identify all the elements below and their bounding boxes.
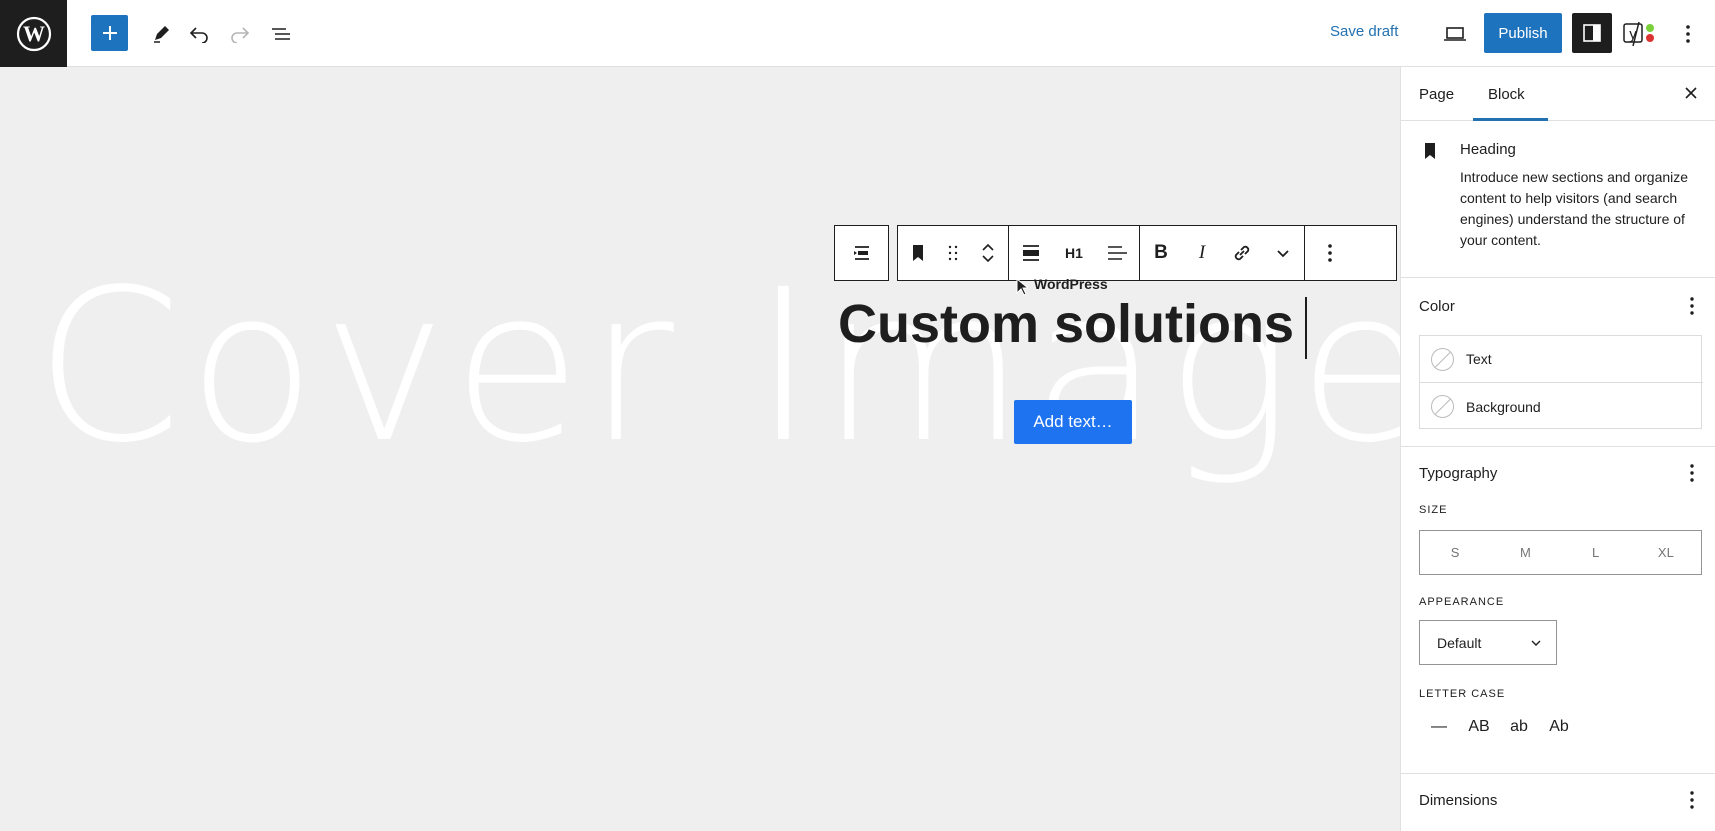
color-background-option[interactable]: Background xyxy=(1420,383,1703,430)
redo-icon xyxy=(231,27,250,43)
letter-case-options: — AB ab Ab xyxy=(1419,712,1579,742)
select-parent-toolbar xyxy=(834,225,889,281)
more-vertical-icon xyxy=(1328,244,1332,262)
block-toolbar-group-3: B I xyxy=(1140,226,1304,280)
bookmark-icon xyxy=(913,245,923,261)
letter-case-capitalize[interactable]: Ab xyxy=(1539,712,1579,742)
select-parent-button[interactable] xyxy=(835,226,888,280)
more-formatting-button[interactable] xyxy=(1262,226,1304,280)
publish-button[interactable]: Publish xyxy=(1484,13,1562,53)
list-view-button[interactable] xyxy=(266,19,296,49)
size-option-m[interactable]: M xyxy=(1490,531,1560,574)
color-text-label: Text xyxy=(1466,351,1492,367)
more-vertical-icon[interactable] xyxy=(1687,790,1697,810)
more-vertical-icon[interactable] xyxy=(1687,296,1697,316)
panel-divider xyxy=(1401,446,1715,447)
more-vertical-icon xyxy=(1686,25,1690,43)
link-icon xyxy=(1234,245,1250,261)
appearance-value: Default xyxy=(1437,634,1482,651)
block-type-button[interactable] xyxy=(898,226,938,280)
settings-sidebar: Page Block Heading Introduce new section… xyxy=(1400,67,1715,831)
panel-divider xyxy=(1401,773,1715,774)
empty-swatch-icon xyxy=(1431,395,1454,418)
appearance-label: APPEARANCE xyxy=(1419,596,1505,608)
align-left-icon xyxy=(1108,246,1127,260)
heading-level-button[interactable]: H1 xyxy=(1053,226,1095,280)
block-card-title: Heading xyxy=(1460,141,1516,158)
size-option-s[interactable]: S xyxy=(1420,531,1490,574)
chevron-down-icon xyxy=(1531,640,1541,646)
block-toolbar-group-1 xyxy=(898,226,1008,280)
sidebar-icon xyxy=(1583,24,1601,42)
size-option-xl[interactable]: XL xyxy=(1631,531,1701,574)
cover-block-icon xyxy=(853,246,869,260)
save-draft-button[interactable]: Save draft xyxy=(1330,23,1398,40)
color-text-option[interactable]: Text xyxy=(1420,336,1703,383)
tab-page[interactable]: Page xyxy=(1419,86,1454,103)
block-align-button[interactable] xyxy=(1009,226,1053,280)
wordpress-icon: W xyxy=(16,16,51,51)
close-icon[interactable] xyxy=(1681,83,1701,103)
italic-button[interactable]: I xyxy=(1182,226,1222,280)
color-panel-title: Color xyxy=(1419,298,1455,315)
letter-case-none[interactable]: — xyxy=(1419,712,1459,742)
add-text-button[interactable]: Add text… xyxy=(1014,400,1132,444)
bold-button[interactable]: B xyxy=(1140,226,1182,280)
yoast-seo-button[interactable]: y xyxy=(1620,17,1660,49)
color-background-label: Background xyxy=(1466,398,1541,415)
block-options-button[interactable] xyxy=(1305,226,1355,280)
letter-case-uppercase[interactable]: AB xyxy=(1459,712,1499,742)
options-menu-button[interactable] xyxy=(1678,19,1698,49)
tools-button[interactable] xyxy=(146,19,176,49)
letter-case-label: LETTER CASE xyxy=(1419,688,1506,700)
redo-button[interactable] xyxy=(225,19,255,49)
sidebar-tabs: Page Block xyxy=(1401,67,1715,121)
size-label: SIZE xyxy=(1419,504,1448,516)
block-breadcrumb-label: WordPress xyxy=(1034,276,1108,292)
tab-block[interactable]: Block xyxy=(1488,86,1525,103)
dimensions-panel-title: Dimensions xyxy=(1419,792,1498,809)
bold-icon: B xyxy=(1154,242,1168,263)
typography-panel-title: Typography xyxy=(1419,465,1498,482)
block-card: Heading Introduce new sections and organ… xyxy=(1401,121,1715,278)
plus-icon xyxy=(102,26,117,40)
bookmark-icon xyxy=(1425,143,1435,159)
preview-button[interactable] xyxy=(1440,19,1470,49)
editor-top-bar: W Save draft Publish y xyxy=(0,0,1715,67)
list-view-icon xyxy=(272,28,290,40)
move-block-buttons xyxy=(968,226,1008,280)
text-caret xyxy=(1305,297,1307,359)
settings-sidebar-toggle[interactable] xyxy=(1572,13,1612,53)
svg-text:W: W xyxy=(23,21,45,46)
text-align-button[interactable] xyxy=(1095,226,1139,280)
block-toolbar-group-4 xyxy=(1305,226,1355,280)
more-vertical-icon[interactable] xyxy=(1687,463,1697,483)
chevron-down-icon xyxy=(1277,250,1289,258)
appearance-select[interactable]: Default xyxy=(1419,620,1557,665)
letter-case-lowercase[interactable]: ab xyxy=(1499,712,1539,742)
heading-block[interactable]: Custom solutions xyxy=(838,293,1294,355)
color-options: Text Background xyxy=(1419,335,1703,430)
add-block-button[interactable] xyxy=(91,15,128,51)
align-wide-icon xyxy=(1023,245,1039,261)
editor-canvas[interactable]: Cover Image H1 B I WordPress Custom solu… xyxy=(0,67,1400,831)
pencil-icon xyxy=(154,26,169,43)
block-card-description: Introduce new sections and organize cont… xyxy=(1460,169,1689,248)
italic-icon: I xyxy=(1198,242,1206,263)
font-size-picker: S M L XL xyxy=(1419,530,1702,575)
size-option-l[interactable]: L xyxy=(1561,531,1631,574)
undo-button[interactable] xyxy=(184,19,214,49)
undo-icon xyxy=(189,27,208,43)
laptop-icon xyxy=(1444,27,1466,41)
block-toolbar-group-2: H1 xyxy=(1009,226,1139,280)
drag-handle[interactable] xyxy=(938,226,968,280)
yoast-icon: y xyxy=(1623,21,1654,47)
wordpress-logo-button[interactable]: W xyxy=(0,0,67,67)
block-toolbar: H1 B I xyxy=(897,225,1397,281)
chevron-down-icon[interactable] xyxy=(980,253,996,265)
drag-handle-icon xyxy=(948,245,958,261)
chevron-up-icon[interactable] xyxy=(980,241,996,253)
empty-swatch-icon xyxy=(1431,348,1454,371)
link-button[interactable] xyxy=(1222,226,1262,280)
